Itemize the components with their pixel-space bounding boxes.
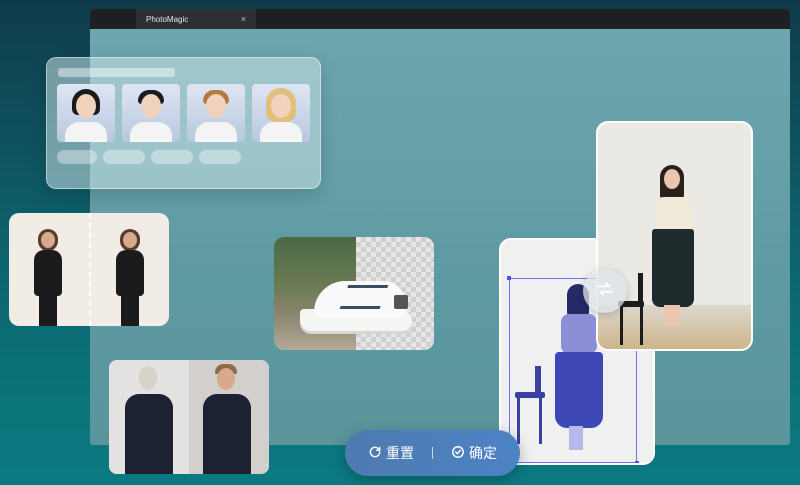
- option-pill-1[interactable]: [57, 150, 97, 164]
- reset-button[interactable]: 重置: [368, 443, 414, 463]
- avatar-option-1[interactable]: [57, 84, 115, 142]
- swap-button[interactable]: [583, 269, 627, 313]
- tab-photomagic[interactable]: PhotoMagic ×: [136, 9, 256, 29]
- check-circle-icon: [451, 445, 465, 462]
- chair-leg: [640, 305, 643, 345]
- action-bar: 重置 确定: [345, 430, 520, 476]
- avatar-option-3[interactable]: [187, 84, 245, 142]
- model-original: [31, 226, 65, 326]
- tab-title: PhotoMagic: [146, 14, 189, 24]
- resize-handle[interactable]: [507, 276, 511, 280]
- suit-model-card[interactable]: [109, 360, 269, 474]
- refresh-icon: [368, 445, 382, 462]
- divider: [432, 447, 433, 459]
- chair-leg: [539, 396, 542, 444]
- chair-leg: [517, 396, 520, 444]
- avatar-option-4[interactable]: [252, 84, 310, 142]
- figure-legs: [664, 305, 680, 325]
- figure-skirt: [555, 352, 603, 428]
- confirm-label: 确定: [469, 445, 497, 461]
- model-comparison-card[interactable]: [9, 213, 169, 326]
- shoe-heel: [394, 295, 408, 309]
- figure-top: [561, 314, 597, 354]
- model-head: [217, 368, 235, 390]
- mannequin-head: [139, 366, 157, 390]
- close-icon[interactable]: ×: [241, 14, 246, 24]
- option-pill-4[interactable]: [199, 150, 241, 164]
- panel-title-placeholder: [58, 68, 175, 77]
- title-bar: PhotoMagic ×: [90, 9, 790, 29]
- figure-legs: [569, 426, 583, 450]
- figure-top: [656, 197, 692, 233]
- confirm-button[interactable]: 确定: [451, 443, 497, 463]
- option-pill-2[interactable]: [103, 150, 145, 164]
- figure-skirt: [652, 229, 694, 307]
- avatar-style-panel: [46, 57, 321, 189]
- avatar-option-2[interactable]: [122, 84, 180, 142]
- swap-arrows-icon: [594, 278, 616, 305]
- chair-leg: [620, 305, 623, 345]
- figure-head: [664, 169, 680, 189]
- resize-handle[interactable]: [635, 461, 639, 463]
- model-jacket: [203, 394, 251, 474]
- shoe-cutout-card[interactable]: [274, 237, 434, 350]
- option-pill-3[interactable]: [151, 150, 193, 164]
- edit-result-card[interactable]: [596, 121, 753, 351]
- mannequin-jacket: [125, 394, 173, 474]
- model-processed: [113, 226, 147, 326]
- compare-divider[interactable]: [89, 213, 91, 326]
- reset-label: 重置: [386, 445, 414, 461]
